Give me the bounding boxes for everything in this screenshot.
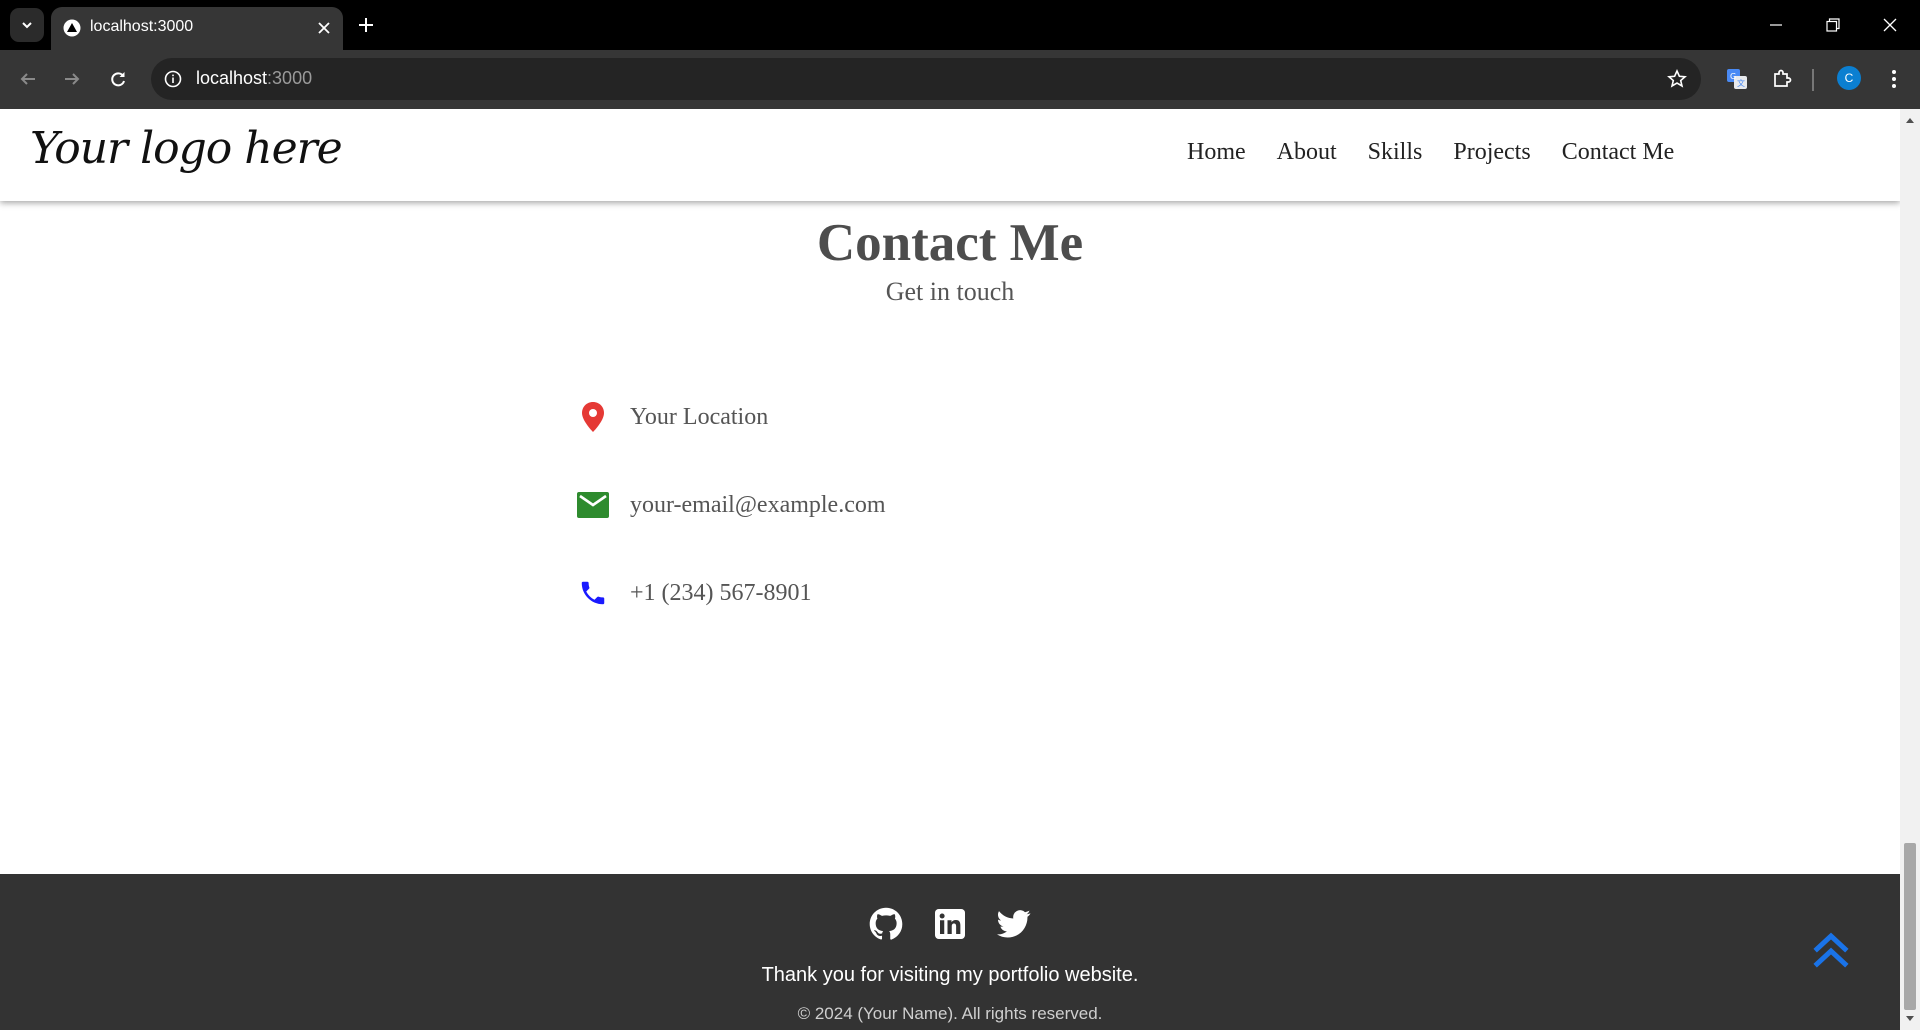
main-nav: Home About Skills Projects Contact Me (1187, 139, 1674, 166)
bookmark-star-icon[interactable] (1665, 67, 1689, 91)
scrollbar-thumb[interactable] (1904, 843, 1916, 1010)
nav-skills[interactable]: Skills (1368, 139, 1423, 166)
translate-icon: G文 (1727, 69, 1747, 89)
page-viewport: Your logo here Home About Skills Project… (0, 109, 1900, 1030)
url-text: localhost:3000 (196, 68, 313, 88)
restore-button[interactable] (1818, 10, 1848, 40)
close-icon (1883, 18, 1897, 32)
arrow-left-icon (20, 73, 35, 85)
contact-location: Your Location (576, 397, 768, 437)
twitter-icon[interactable] (996, 906, 1032, 942)
site-info-icon[interactable] (161, 67, 185, 91)
favicon-icon (63, 19, 81, 37)
minimize-icon (1770, 24, 1782, 26)
arrow-right-icon (65, 73, 80, 85)
browser-toolbar: localhost:3000 G文 C (0, 50, 1920, 109)
back-to-top-button[interactable] (1811, 927, 1851, 971)
nav-projects[interactable]: Projects (1453, 139, 1530, 166)
footer-copyright: © 2024 (Your Name). All rights reserved. (797, 1004, 1103, 1023)
contact-phone: +1 (234) 567-8901 (576, 573, 812, 613)
contact-email-text[interactable]: your-email@example.com (630, 492, 886, 519)
plus-icon (359, 18, 373, 32)
more-vert-icon (1892, 70, 1896, 88)
reload-button[interactable] (103, 64, 133, 94)
chevron-down-icon (22, 22, 32, 29)
github-icon[interactable] (868, 906, 904, 942)
site-footer: Thank you for visiting my portfolio webs… (0, 874, 1900, 1030)
site-header: Your logo here Home About Skills Project… (0, 109, 1900, 201)
nav-about[interactable]: About (1277, 139, 1337, 166)
scroll-up-icon[interactable] (1904, 114, 1916, 126)
double-chevron-up-icon (1813, 932, 1849, 968)
phone-icon (576, 576, 610, 610)
close-tab-button[interactable] (313, 17, 335, 39)
tab-title: localhost:3000 (90, 18, 194, 35)
social-links (0, 906, 1900, 942)
svg-text:G: G (1730, 72, 1736, 81)
restore-icon (1826, 18, 1840, 32)
nav-contact[interactable]: Contact Me (1562, 139, 1675, 166)
back-button[interactable] (13, 64, 43, 94)
contact-title: Contact Me (816, 214, 1084, 272)
svg-text:文: 文 (1737, 78, 1745, 88)
scroll-down-icon[interactable] (1904, 1013, 1916, 1025)
browser-tab[interactable]: localhost:3000 (51, 7, 343, 50)
toolbar-separator (1812, 69, 1814, 91)
minimize-button[interactable] (1761, 10, 1791, 40)
page-scrollbar[interactable] (1900, 109, 1920, 1030)
profile-avatar[interactable]: C (1837, 66, 1861, 90)
new-tab-button[interactable] (352, 11, 380, 39)
nav-home[interactable]: Home (1187, 139, 1246, 166)
extensions-button[interactable] (1767, 64, 1797, 94)
reload-icon (111, 72, 125, 87)
close-window-button[interactable] (1875, 10, 1905, 40)
contact-phone-text[interactable]: +1 (234) 567-8901 (630, 580, 812, 607)
contact-email: your-email@example.com (576, 485, 886, 525)
contact-subtitle: Get in touch (885, 277, 1015, 306)
contact-location-text: Your Location (630, 403, 769, 430)
linkedin-icon[interactable] (932, 906, 968, 942)
forward-button[interactable] (57, 64, 87, 94)
close-icon (318, 22, 330, 34)
footer-thanks: Thank you for visiting my portfolio webs… (761, 964, 1139, 986)
browser-menu-button[interactable] (1879, 64, 1909, 94)
puzzle-icon (1774, 69, 1792, 87)
location-pin-icon (576, 400, 610, 434)
translate-extension-button[interactable]: G文 (1722, 64, 1752, 94)
mail-icon (576, 488, 610, 522)
address-bar[interactable]: localhost:3000 (151, 58, 1701, 100)
browser-tab-bar: localhost:3000 (0, 0, 1920, 50)
site-logo[interactable]: Your logo here (30, 123, 343, 174)
tab-search-button[interactable] (10, 8, 44, 42)
